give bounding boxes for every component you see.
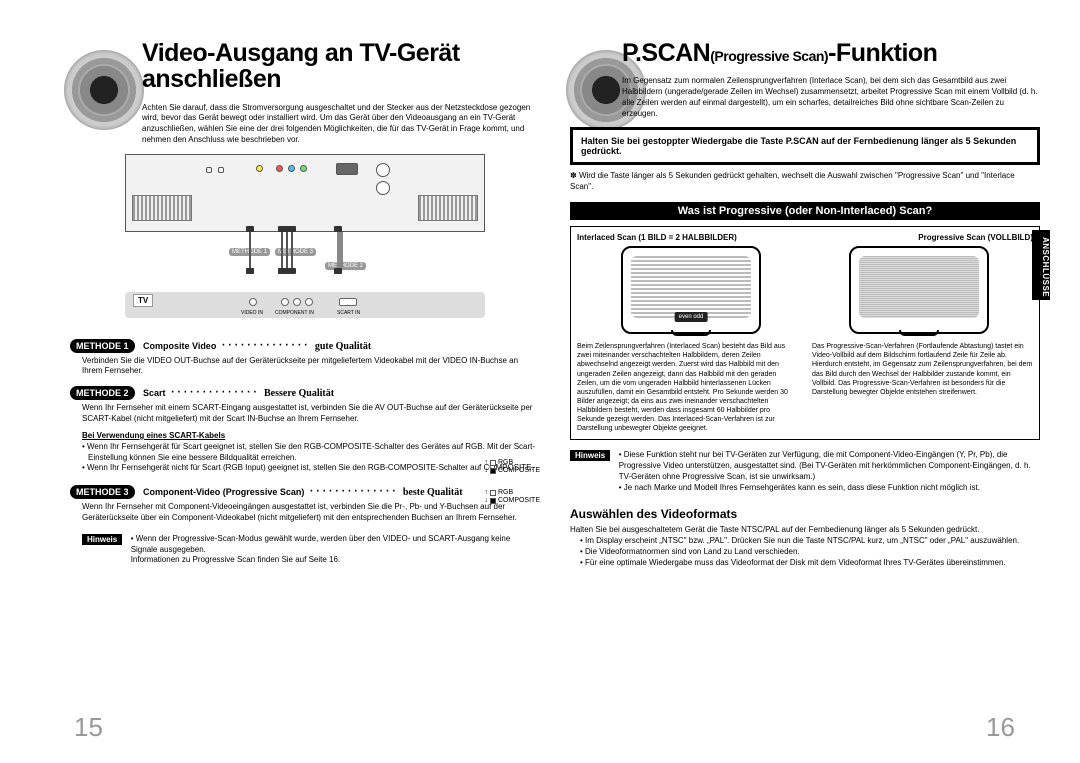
page-title-right: P.SCAN(Progressive Scan)-Funktion (622, 40, 1040, 66)
method-1: METHODE 1 Composite Video ··············… (70, 336, 540, 378)
scan-comparison-box: Interlaced Scan (1 BILD = 2 HALBBILDER) … (570, 226, 1040, 440)
header-interlaced: Interlaced Scan (1 BILD = 2 HALBBILDER) (577, 233, 737, 242)
intro-left: Achten Sie darauf, dass die Stromversorg… (142, 103, 540, 146)
desc-interlaced: Beim Zeilensprungverfahren (Interlaced S… (577, 342, 798, 433)
method-3: METHODE 3 Component-Video (Progressive S… (70, 482, 540, 524)
vf-b3: • Für eine optimale Wiedergabe muss das … (580, 558, 1040, 569)
videoformat-intro: Halten Sie bei ausgeschaltetem Gerät die… (570, 525, 1040, 536)
intro-right: Im Gegensatz zum normalen Zeilensprungve… (622, 76, 1040, 119)
page-number-15: 15 (74, 712, 103, 743)
page-16: P.SCAN(Progressive Scan)-Funktion Im Geg… (570, 40, 1040, 569)
note-right: Hinweis • Diese Funktion steht nur bei T… (570, 450, 1040, 493)
tv-illustration-interlaced: even odd (621, 246, 761, 334)
hold-box: Halten Sie bei gestoppter Wiedergabe die… (570, 127, 1040, 165)
method-2: METHODE 2 Scart ·············· Bessere Q… (70, 383, 540, 474)
vf-b1: • Im Display erscheint „NTSC" bzw. „PAL"… (580, 536, 1040, 547)
tv-illustration-progressive (849, 246, 989, 334)
header-progressive: Progressive Scan (VOLLBILD) (918, 233, 1033, 242)
tv-bar: TV VIDEO IN COMPONENT IN SCART IN (125, 292, 485, 318)
vf-b2: • Die Videoformatnormen sind von Land zu… (580, 547, 1040, 558)
rear-panel (125, 154, 485, 232)
section-bar: Was ist Progressive (oder Non-Interlaced… (570, 202, 1040, 220)
videoformat-title: Auswählen des Videoformats (570, 507, 1040, 521)
page-number-16: 16 (986, 712, 1015, 743)
hold-bullet: ✽ Wird die Taste länger als 5 Sekunden g… (570, 171, 1040, 192)
page-title-left: Video-Ausgang an TV-Gerät anschließen (142, 40, 540, 93)
connection-diagram: METHODE 1 METHODE 3 METHODE 2 TV VIDEO I… (115, 154, 495, 324)
note-left: Hinweis • Wenn der Progressive-Scan-Modu… (82, 534, 540, 566)
desc-progressive: Das Progressive-Scan-Verfahren (Fortlauf… (812, 342, 1033, 433)
page-15: Video-Ausgang an TV-Gerät anschließen Ac… (70, 40, 540, 566)
